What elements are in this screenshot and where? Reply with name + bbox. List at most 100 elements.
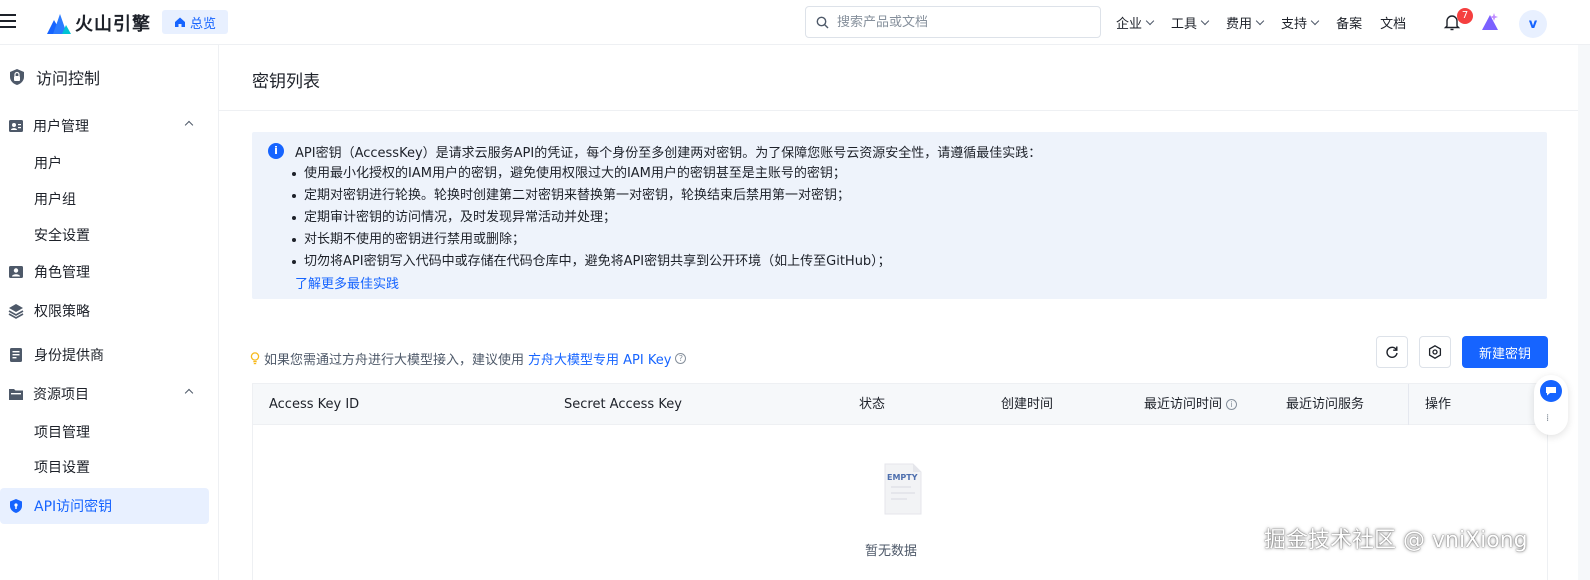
brand-name: 火山引擎 xyxy=(75,14,151,35)
chevron-up-icon[interactable] xyxy=(184,388,194,398)
sidebar-title-label: 访问控制 xyxy=(36,69,101,88)
sidebar-item-api-keys[interactable]: API访问密钥 xyxy=(0,488,209,524)
refresh-icon xyxy=(1386,346,1398,358)
sidebar-item-label: 角色管理 xyxy=(34,265,90,281)
info-bullet: 对长期不使用的密钥进行禁用或删除； xyxy=(290,229,891,251)
nav-filing-label: 备案 xyxy=(1336,17,1363,32)
sidebar-item-label: 用户组 xyxy=(34,192,76,208)
id-icon xyxy=(10,348,22,362)
empty-badge: EMPTY xyxy=(887,473,918,482)
refresh-button[interactable] xyxy=(1376,336,1408,368)
empty-text: 暂无数据 xyxy=(865,544,918,559)
best-practices-link[interactable]: 了解更多最佳实践 xyxy=(295,273,399,292)
notification-badge: 7 xyxy=(1457,8,1473,24)
chevron-down-icon xyxy=(1255,16,1265,26)
menu-icon[interactable] xyxy=(0,14,16,30)
chevron-up-icon[interactable] xyxy=(184,120,194,130)
info-circle-icon[interactable]: i xyxy=(1226,399,1238,410)
ark-tip: 如果您需通过方舟进行大模型接入，建议使用 方舟大模型专用 API Key ? xyxy=(250,349,687,368)
empty-document-icon: EMPTY xyxy=(884,463,922,515)
ai-assistant-icon[interactable] xyxy=(1480,12,1500,32)
sidebar-item-users[interactable]: 用户 xyxy=(0,145,219,181)
user-card-icon xyxy=(9,120,23,132)
info-bullet: 切勿将API密钥写入代码中或存储在代码仓库中，避免将API密钥共享到公开环境（如… xyxy=(290,251,891,273)
sidebar-item-label: 项目设置 xyxy=(34,460,90,476)
nav-enterprise[interactable]: 企业 xyxy=(1116,13,1155,32)
sidebar-item-label: 资源项目 xyxy=(33,387,89,403)
nav-docs[interactable]: 文档 xyxy=(1380,13,1406,32)
sidebar-item-security-settings[interactable]: 安全设置 xyxy=(0,217,219,253)
column-header-status: 状态 xyxy=(859,397,886,412)
sidebar-item-label: 身份提供商 xyxy=(34,348,104,364)
column-divider xyxy=(1408,384,1409,425)
sidebar-item-project-settings[interactable]: 项目设置 xyxy=(0,449,219,485)
sidebar-item-label: 安全设置 xyxy=(34,228,90,244)
ark-api-key-link[interactable]: 方舟大模型专用 API Key xyxy=(528,349,671,368)
nav-tools-label: 工具 xyxy=(1171,17,1198,32)
chevron-down-icon xyxy=(1145,16,1155,26)
shield-icon xyxy=(10,499,22,513)
nav-enterprise-label: 企业 xyxy=(1116,17,1143,32)
chat-bubble-icon xyxy=(1546,387,1556,396)
role-icon xyxy=(9,266,23,278)
tip-text: 如果您需通过方舟进行大模型接入，建议使用 xyxy=(264,353,525,368)
info-bullet: 定期对密钥进行轮换。轮换时创建第二对密钥来替换第一对密钥，轮换结束后禁用第一对密… xyxy=(290,185,891,207)
sidebar-item-user-management[interactable]: 用户管理 xyxy=(0,108,219,144)
sidebar-item-user-groups[interactable]: 用户组 xyxy=(0,181,219,217)
page-title: 密钥列表 xyxy=(252,72,320,92)
sidebar-item-identity-providers[interactable]: 身份提供商 xyxy=(0,337,219,373)
sidebar-item-resource-projects[interactable]: 资源项目 xyxy=(0,376,219,412)
column-header-last-access-service: 最近访问服务 xyxy=(1286,397,1365,412)
sidebar-item-role-management[interactable]: 角色管理 xyxy=(0,254,219,290)
nav-docs-label: 文档 xyxy=(1380,17,1407,32)
column-header-access-key-id: Access Key ID xyxy=(269,397,360,412)
sidebar-item-label: 权限策略 xyxy=(34,304,90,320)
column-header-last-access-time: 最近访问时间 i xyxy=(1144,384,1238,425)
scrollbar[interactable] xyxy=(1578,45,1590,580)
folder-icon xyxy=(9,389,23,400)
nav-billing[interactable]: 费用 xyxy=(1226,13,1265,32)
help-icon[interactable]: ? xyxy=(675,353,687,364)
nav-filing[interactable]: 备案 xyxy=(1336,13,1362,32)
column-header-actions: 操作 xyxy=(1425,397,1452,412)
watermark: 掘金技术社区 @ vniXiong xyxy=(1264,528,1528,553)
sidebar-title: 访问控制 xyxy=(8,65,100,89)
info-bullets: 使用最小化授权的IAM用户的密钥，避免使用权限过大的IAM用户的密钥甚至是主账号… xyxy=(290,163,891,273)
sidebar-item-project-management[interactable]: 项目管理 xyxy=(0,414,219,450)
main-content: 密钥列表 i API密钥（AccessKey）是请求云服务API的凭证，每个身份… xyxy=(219,45,1590,580)
nav-tools[interactable]: 工具 xyxy=(1171,13,1210,32)
chevron-down-icon xyxy=(1310,16,1320,26)
search-icon xyxy=(816,16,829,28)
overview-label: 总览 xyxy=(190,16,217,32)
info-bullet: 定期审计密钥的访问情况，及时发现异常活动并处理； xyxy=(290,207,891,229)
overview-button[interactable]: 总览 xyxy=(162,10,229,34)
volcano-logo-icon xyxy=(47,14,71,34)
table-header: Access Key ID Secret Access Key 状态 创建时间 … xyxy=(253,384,1547,425)
chat-assistant-icon[interactable] xyxy=(1540,380,1562,402)
sidebar: 访问控制 用户管理 用户 用户组 安全设置 角色管理 权限策略 身份提供商 资源… xyxy=(0,45,219,580)
top-bar: 火山引擎 总览 企业 工具 费用 支持 备案 文档 7 v xyxy=(0,0,1590,45)
column-header-label: 最近访问时间 xyxy=(1144,397,1223,412)
brand-logo[interactable]: 火山引擎 xyxy=(47,10,151,36)
create-key-button[interactable]: 新建密钥 xyxy=(1462,336,1548,368)
chevron-down-icon xyxy=(1200,16,1210,26)
more-dots-icon[interactable]: ⁞ xyxy=(1546,413,1549,424)
info-headline: API密钥（AccessKey）是请求云服务API的凭证，每个身份至多创建两对密… xyxy=(295,146,1042,161)
global-search[interactable] xyxy=(805,6,1101,38)
info-bullet: 使用最小化授权的IAM用户的密钥，避免使用权限过大的IAM用户的密钥甚至是主账号… xyxy=(290,163,891,185)
search-input[interactable] xyxy=(837,14,1077,30)
sidebar-item-policies[interactable]: 权限策略 xyxy=(0,293,219,329)
sidebar-item-label: API访问密钥 xyxy=(34,499,113,515)
empty-illustration: EMPTY xyxy=(873,462,933,520)
layers-icon xyxy=(8,304,24,319)
nav-support[interactable]: 支持 xyxy=(1281,13,1320,32)
settings-button[interactable] xyxy=(1419,336,1451,368)
top-nav: 企业 工具 费用 支持 备案 文档 xyxy=(1116,0,1424,45)
divider xyxy=(219,110,1590,111)
nav-billing-label: 费用 xyxy=(1226,17,1253,32)
lightbulb-icon xyxy=(250,352,260,365)
column-header-created-time: 创建时间 xyxy=(1001,397,1054,412)
gear-icon xyxy=(1428,345,1442,359)
sidebar-item-label: 用户管理 xyxy=(33,119,89,135)
avatar[interactable]: v xyxy=(1519,10,1547,38)
